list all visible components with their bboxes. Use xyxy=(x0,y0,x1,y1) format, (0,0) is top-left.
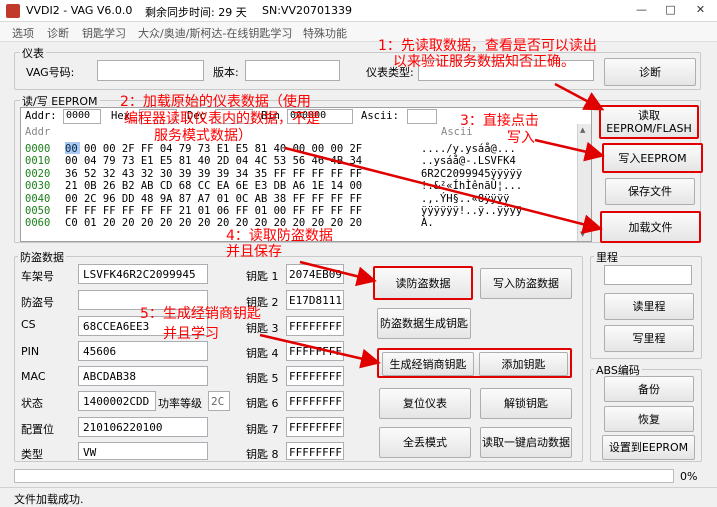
arrow-step-4 xyxy=(299,260,377,287)
annotation-arrows xyxy=(259,82,605,369)
annotation-step-1-line-1: 1：先读取数据，查看是否可以读出 xyxy=(378,38,597,54)
annotation-step-2-line-2: 编程器读取仪表内的数据，不是 xyxy=(124,111,320,127)
arrow-step-5 xyxy=(259,333,381,369)
annotation-step-4-line-1: 4：读取防盗数据 xyxy=(226,228,333,244)
annotation-step-1-line-2: 以来验证服务数据知否正确。 xyxy=(393,54,575,70)
annotation-step-4-line-2: 并且保存 xyxy=(226,244,282,260)
annotation-step-3-line-2: 写入 xyxy=(507,130,535,146)
arrow-step-1 xyxy=(554,82,605,111)
annotation-step-5-line-2: 并且学习 xyxy=(163,326,219,342)
annotation-step-3-line-1: 3：直接点击 xyxy=(460,113,539,129)
annotation-step-2-line-1: 2：加载原始的仪表数据（使用 xyxy=(120,94,311,110)
arrow-step-2 xyxy=(284,146,603,234)
arrow-step-3 xyxy=(534,138,605,162)
annotation-step-2-line-3: 服务模式数据） xyxy=(154,128,252,144)
annotation-step-5-line-1: 5：生成经销商钥匙 xyxy=(140,306,261,322)
